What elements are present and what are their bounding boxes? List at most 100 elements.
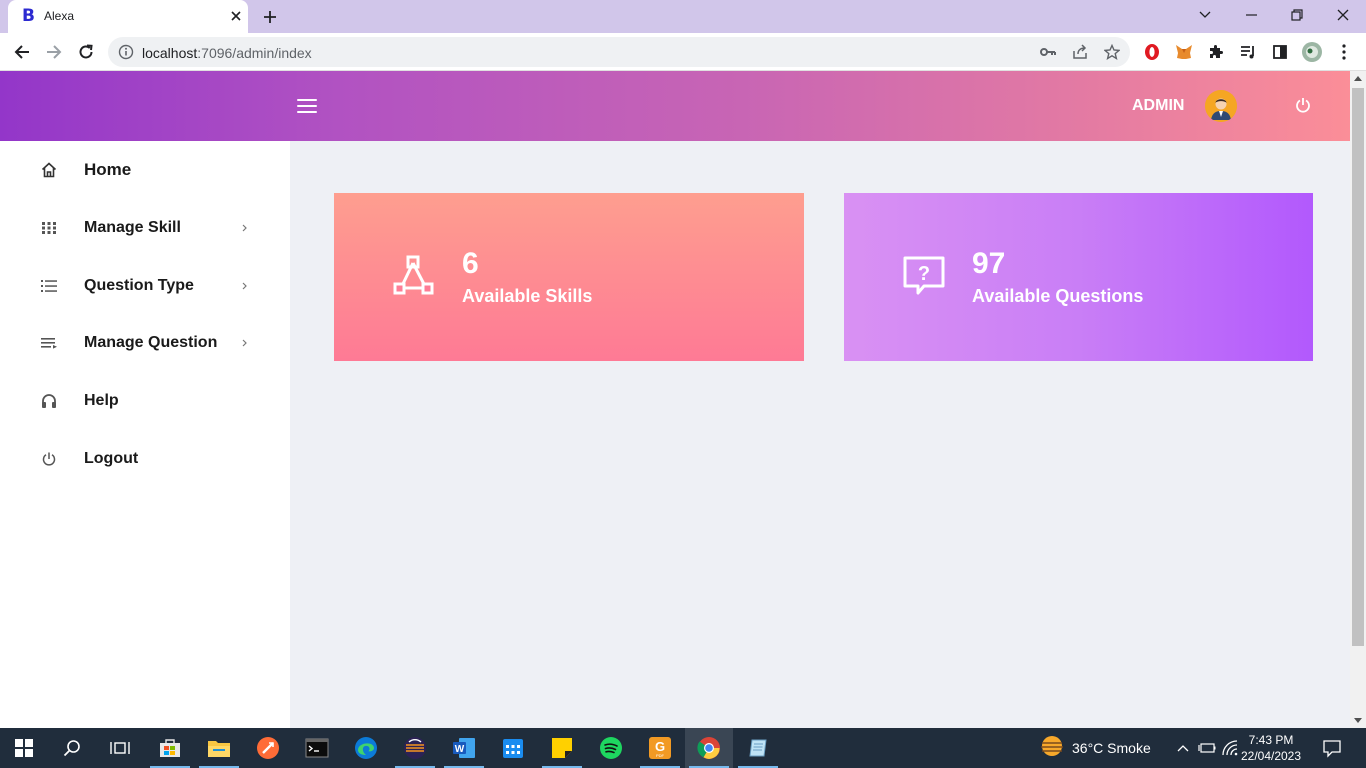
questions-count: 97 — [972, 247, 1006, 280]
sidebar-item-label: Question Type — [84, 277, 194, 294]
skills-label: Available Skills — [462, 286, 593, 306]
admin-label[interactable]: ADMIN — [1132, 97, 1184, 115]
sidebar-item-manage-question[interactable]: Manage Question — [0, 323, 290, 363]
windows-start-icon[interactable] — [0, 728, 48, 768]
notification-center-icon[interactable] — [1322, 738, 1342, 758]
microsoft-store-icon[interactable] — [146, 728, 194, 768]
word-icon[interactable]: W — [440, 728, 488, 768]
admin-avatar[interactable] — [1205, 90, 1237, 122]
bookmark-star-icon[interactable] — [1102, 42, 1122, 62]
key-icon[interactable] — [1038, 42, 1058, 62]
search-icon[interactable] — [48, 728, 96, 768]
chrome-icon[interactable] — [685, 728, 733, 768]
sidebar-item-help[interactable]: Help — [0, 381, 290, 421]
browser-tabstrip: B Alexa — [0, 0, 1366, 33]
calendar-icon[interactable] — [489, 728, 537, 768]
tab-search-chevron-icon[interactable] — [1182, 0, 1228, 30]
hamburger-menu-icon[interactable] — [296, 96, 318, 116]
hamburger-line — [297, 99, 317, 101]
main-content: 6 Available Skills ? 97 Available Questi… — [290, 141, 1350, 728]
power-icon — [38, 449, 60, 469]
home-icon — [38, 160, 60, 180]
eclipse-ide-icon[interactable] — [391, 728, 439, 768]
scroll-up-arrow-icon[interactable] — [1354, 76, 1362, 81]
app-header: ADMIN — [0, 71, 1350, 141]
tab-close-icon[interactable] — [226, 6, 246, 26]
minimize-icon[interactable] — [1228, 0, 1274, 30]
back-arrow-icon[interactable] — [8, 38, 36, 66]
sidebar-item-manage-skill[interactable]: Manage Skill — [0, 208, 290, 248]
sidebar-item-label: Home — [84, 160, 132, 179]
question-bubble-icon: ? — [902, 255, 946, 299]
chevron-right-icon — [240, 336, 248, 350]
sidebar-item-logout[interactable]: Logout — [0, 439, 290, 479]
list-icon — [38, 276, 60, 296]
pdf-reader-icon[interactable]: G PDF — [636, 728, 684, 768]
available-questions-card[interactable]: ? 97 Available Questions — [844, 193, 1313, 361]
weather-text: 36°C Smoke — [1072, 740, 1151, 756]
chevron-right-icon — [240, 279, 248, 293]
sidebar-item-label: Manage Question — [84, 334, 218, 351]
svg-text:PDF: PDF — [656, 753, 665, 758]
restore-icon[interactable] — [1274, 0, 1320, 30]
opera-extension-icon[interactable] — [1142, 42, 1162, 62]
file-explorer-icon[interactable] — [195, 728, 243, 768]
page-scrollbar[interactable] — [1350, 71, 1366, 728]
clock-date: 22/04/2023 — [1240, 749, 1302, 763]
available-skills-card[interactable]: 6 Available Skills — [334, 193, 804, 361]
questions-label: Available Questions — [972, 286, 1144, 306]
profile-avatar-icon[interactable] — [1302, 42, 1322, 62]
tab-favicon: B — [22, 6, 35, 26]
sidebar-item-label: Logout — [84, 450, 139, 467]
browser-menu-icon[interactable] — [1334, 42, 1354, 62]
url-path: :7096/admin/index — [197, 45, 312, 61]
svg-text:G: G — [655, 739, 665, 754]
sidebar-item-question-type[interactable]: Question Type — [0, 266, 290, 306]
svg-text:?: ? — [918, 263, 930, 285]
taskbar-clock[interactable]: 7:43 PM 22/04/2023 — [1240, 732, 1302, 764]
chevron-right-icon — [240, 221, 248, 235]
notepad-icon[interactable] — [734, 728, 782, 768]
edge-browser-icon[interactable] — [342, 728, 390, 768]
chevron-up-icon[interactable] — [1173, 738, 1193, 758]
sidebar: Home Manage Skill Question Type Manage Q… — [0, 141, 290, 728]
wifi-icon[interactable] — [1221, 738, 1241, 758]
site-info-icon[interactable] — [118, 44, 134, 65]
browser-tab[interactable]: B Alexa — [8, 0, 248, 33]
spotify-icon[interactable] — [587, 728, 635, 768]
tab-title: Alexa — [44, 9, 75, 23]
headset-icon — [38, 391, 60, 411]
network-icon — [392, 255, 436, 299]
skills-count: 6 — [462, 247, 479, 280]
header-power-icon[interactable] — [1293, 95, 1313, 115]
media-queue-icon[interactable] — [1238, 42, 1258, 62]
sidebar-item-home[interactable]: Home — [0, 150, 290, 190]
window-close-icon[interactable] — [1320, 0, 1366, 30]
windows-taskbar: W G PDF 36°C Smoke 7:43 PM 22/04/2023 — [0, 728, 1366, 768]
sidebar-item-label: Help — [84, 392, 119, 409]
sticky-notes-icon[interactable] — [538, 728, 586, 768]
url-host: localhost — [142, 45, 198, 61]
postman-icon[interactable] — [244, 728, 292, 768]
side-panel-icon[interactable] — [1270, 42, 1290, 62]
extensions-puzzle-icon[interactable] — [1206, 42, 1226, 62]
scroll-thumb[interactable] — [1352, 88, 1364, 646]
sidebar-item-label: Manage Skill — [84, 219, 181, 236]
lines-icon — [38, 333, 60, 353]
battery-icon[interactable] — [1197, 738, 1217, 758]
metamask-fox-icon[interactable] — [1174, 42, 1194, 62]
weather-widget[interactable]: 36°C Smoke — [1040, 728, 1151, 768]
scroll-down-arrow-icon[interactable] — [1354, 718, 1362, 723]
address-bar[interactable]: localhost:7096/admin/index — [108, 37, 1130, 67]
smoke-weather-icon — [1040, 735, 1064, 762]
task-view-icon[interactable] — [96, 728, 144, 768]
terminal-icon[interactable] — [293, 728, 341, 768]
browser-toolbar: localhost:7096/admin/index — [0, 33, 1366, 71]
hamburger-line — [297, 111, 317, 113]
forward-arrow-icon[interactable] — [40, 38, 68, 66]
clock-time: 7:43 PM — [1248, 733, 1294, 747]
hamburger-line — [297, 105, 317, 107]
share-icon[interactable] — [1070, 42, 1090, 62]
new-tab-button[interactable] — [258, 5, 282, 29]
reload-icon[interactable] — [72, 38, 100, 66]
